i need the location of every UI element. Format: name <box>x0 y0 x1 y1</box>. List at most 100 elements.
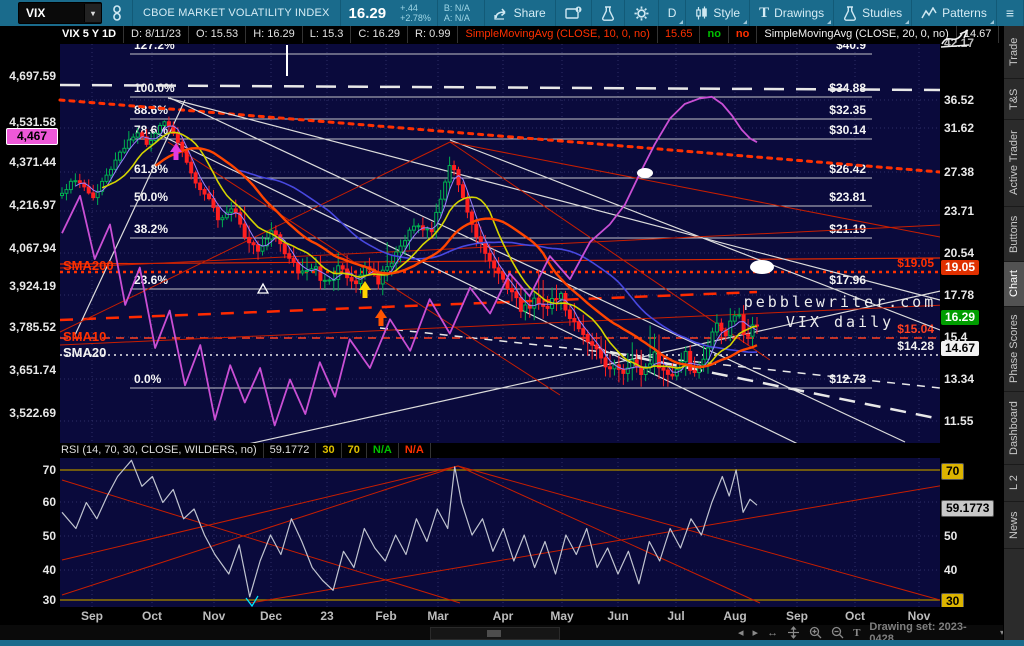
alerts-panel-button[interactable] <box>556 0 591 26</box>
move-tool-icon[interactable] <box>787 626 800 639</box>
rsi-background <box>60 458 940 607</box>
candle-body <box>216 207 219 219</box>
sidebar-tab-trade[interactable]: Trade <box>1004 26 1024 79</box>
sma10-flag1: no <box>700 26 728 43</box>
candle-body <box>426 229 429 230</box>
candle-body <box>662 368 665 370</box>
studies-button[interactable]: Studies <box>834 0 911 26</box>
candle-body <box>622 369 625 373</box>
rsi-study-header: RSI (14, 70, 30, CLOSE, WILDERS, no) 59.… <box>0 443 1004 458</box>
time-axis-label: Sep <box>81 609 103 623</box>
right-axis-tick: 13.34 <box>944 372 1002 386</box>
rsi-label[interactable]: RSI (14, 70, 30, CLOSE, WILDERS, no) <box>55 443 264 458</box>
candle-body <box>132 137 135 140</box>
analysis-tools-button[interactable] <box>592 0 624 26</box>
beaker-icon <box>601 6 615 21</box>
text-tool-icon[interactable]: T <box>853 627 860 639</box>
candle-body <box>453 166 456 170</box>
beaker-icon <box>843 6 857 21</box>
time-axis-label: Jul <box>667 609 684 623</box>
right-axis-tick: 23.71 <box>944 204 1002 218</box>
candle-body <box>118 152 121 160</box>
candle-body <box>666 370 669 374</box>
chart-scrollbar[interactable] <box>430 627 560 640</box>
timeframe-button[interactable]: D <box>659 0 686 26</box>
candle-body <box>671 374 674 376</box>
candle-body <box>69 181 72 189</box>
sidebar-tab-l-2[interactable]: L 2 <box>1004 465 1024 502</box>
right-axis-tick: 20.54 <box>944 246 1002 260</box>
zoom-out-icon[interactable] <box>831 626 844 639</box>
sma20-study-label[interactable]: SimpleMovingAvg (CLOSE, 20, 0, no) <box>757 26 956 43</box>
candle-body <box>194 173 197 183</box>
dropdown-corner <box>905 20 909 24</box>
fib-price-label: $32.35 <box>829 103 866 117</box>
candle-body <box>537 298 540 304</box>
symbol-combobox[interactable]: VIX ▾ <box>18 2 102 24</box>
symbol-description: CBOE MARKET VOLATILITY INDEX <box>133 7 340 19</box>
time-axis-label: Nov <box>203 609 226 623</box>
rsi-axis-badge: 70 <box>941 463 964 480</box>
candle-body <box>684 351 687 361</box>
highlight-ellipse <box>637 168 653 178</box>
reset-pan-icon[interactable]: ↔ <box>767 627 778 639</box>
candle-body <box>533 298 536 308</box>
sidebar-tab-news[interactable]: News <box>1004 502 1024 549</box>
candle-body <box>519 298 522 312</box>
right-axis-tick: 31.62 <box>944 121 1002 135</box>
last-price: 16.29 <box>341 5 395 22</box>
change-value: +.44 <box>400 3 431 13</box>
dropdown-corner <box>679 20 683 24</box>
pan-left-icon[interactable]: ◂ <box>738 626 744 639</box>
share-button[interactable]: Share <box>485 0 555 26</box>
candle-body <box>319 267 322 281</box>
candle-body <box>150 141 153 145</box>
sidebar-tab-dashboard[interactable]: Dashboard <box>1004 392 1024 465</box>
candle-body <box>493 261 496 268</box>
candle-body <box>176 133 179 142</box>
rsi-subchart[interactable] <box>0 458 940 607</box>
candle-body <box>92 193 95 198</box>
sidebar-tab-active-trader[interactable]: Active Trader <box>1004 120 1024 207</box>
rsi-flag-up: N/A <box>367 443 399 458</box>
pan-right-icon[interactable]: ▸ <box>753 626 759 639</box>
symbol-link-icon[interactable] <box>102 0 132 26</box>
candle-body <box>404 241 407 246</box>
zoom-in-icon[interactable] <box>809 626 822 639</box>
candle-body <box>127 140 130 148</box>
patterns-button[interactable]: Patterns <box>912 0 996 26</box>
settings-button[interactable] <box>625 0 658 26</box>
main-price-chart[interactable]: 127.2%$40.9100.0%$34.8888.6%$32.3578.6%$… <box>0 44 940 443</box>
drawings-button[interactable]: T Drawings <box>750 0 833 26</box>
candle-body <box>292 258 295 262</box>
chevron-down-icon[interactable]: ▾ <box>84 4 101 22</box>
watermark: pebblewriter.com VIX daily <box>690 292 990 332</box>
sidebar-tab-chart[interactable]: Chart <box>1004 262 1024 307</box>
style-button[interactable]: Style <box>686 0 749 26</box>
chart-menu-button[interactable]: ≡ <box>997 0 1023 26</box>
time-axis-label: Jun <box>607 609 628 623</box>
scrollbar-grip[interactable] <box>487 630 501 637</box>
candle-body <box>167 122 170 126</box>
candle-body <box>515 292 518 298</box>
candle-body <box>208 194 211 199</box>
candle-body <box>497 268 500 273</box>
sma-left-label: SMA10 <box>63 329 106 344</box>
candle-body <box>297 263 300 273</box>
time-axis[interactable]: SepOctNovDec23FebMarAprMayJunJulAugSepOc… <box>0 607 1004 625</box>
candle-body <box>417 226 420 227</box>
sidebar-tab-buttons[interactable]: Buttons <box>1004 207 1024 262</box>
sidebar-tab-t-s[interactable]: T&S <box>1004 79 1024 120</box>
candle-body <box>301 271 304 273</box>
candle-body <box>105 175 108 181</box>
candle-body <box>461 185 464 198</box>
candle-body <box>74 181 77 182</box>
right-gadget-sidebar: TradeT&SActive TraderButtonsChartPhase S… <box>1003 26 1024 640</box>
right-axis-tick: 11.55 <box>944 414 1002 428</box>
time-axis-label: Oct <box>142 609 162 623</box>
price-level-label: $14.28 <box>897 339 934 353</box>
candle-body <box>355 281 358 284</box>
sma10-study-label[interactable]: SimpleMovingAvg (CLOSE, 10, 0, no) <box>458 26 657 43</box>
candle-body <box>159 125 162 133</box>
sidebar-tab-phase-scores[interactable]: Phase Scores <box>1004 307 1024 392</box>
